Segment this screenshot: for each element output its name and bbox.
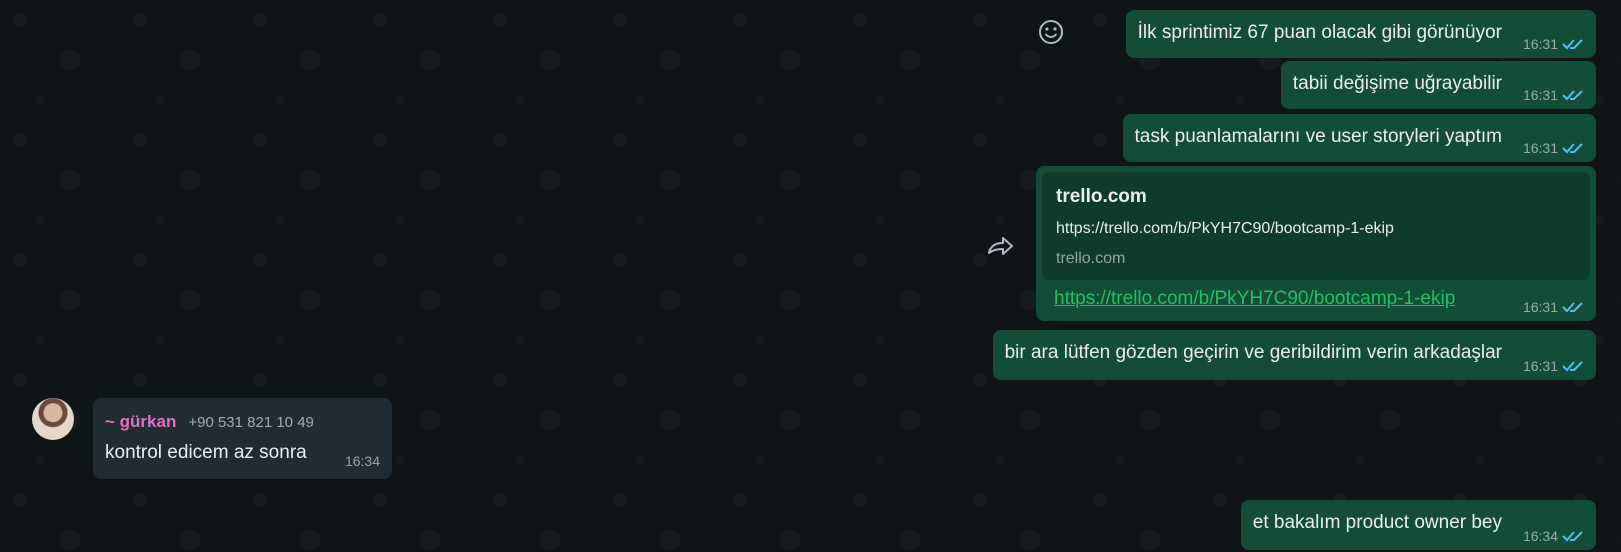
message-time: 16:31 (1522, 87, 1558, 103)
double-check-icon (1562, 361, 1583, 372)
link-preview-card[interactable]: trello.com https://trello.com/b/PkYH7C90… (1042, 172, 1590, 280)
link-preview-title: trello.com (1056, 186, 1147, 207)
link-preview-url: https://trello.com/b/PkYH7C90/bootcamp-1… (1056, 220, 1394, 237)
link-message[interactable]: trello.com https://trello.com/b/PkYH7C90… (1036, 166, 1596, 321)
message-time: 16:31 (1522, 358, 1558, 374)
message-time: 16:34 (344, 453, 380, 469)
message-text: bir ara lütfen gözden geçirin ve geribil… (1004, 342, 1502, 363)
double-check-icon (1562, 90, 1583, 101)
message-meta: 16:31 (1523, 36, 1586, 52)
outgoing-message[interactable]: tabii değişime uğrayabilir 16:31 (1280, 61, 1596, 109)
sender-name[interactable]: ~ gürkan (105, 412, 176, 432)
outgoing-message[interactable]: İlk sprintimiz 67 puan olacak gibi görün… (1125, 10, 1596, 58)
outgoing-message[interactable]: et bakalım product owner bey 16:34 (1240, 500, 1596, 550)
message-time: 16:31 (1522, 299, 1558, 315)
message-text: kontrol edicem az sonra (105, 442, 307, 463)
message-meta: 16:34 (1523, 528, 1586, 544)
sender-row: ~ gürkan +90 531 821 10 49 (105, 412, 380, 432)
double-check-icon (1562, 531, 1583, 542)
message-link[interactable]: https://trello.com/b/PkYH7C90/bootcamp-1… (1054, 288, 1455, 310)
message-meta: 16:31 (1523, 358, 1586, 374)
incoming-message[interactable]: ~ gürkan +90 531 821 10 49 kontrol edice… (93, 398, 392, 479)
message-meta: 16:31 (1523, 299, 1586, 315)
message-text: task puanlamalarını ve user storyleri ya… (1134, 126, 1503, 147)
outgoing-message[interactable]: task puanlamalarını ve user storyleri ya… (1122, 114, 1596, 162)
message-meta: 16:31 (1523, 140, 1586, 156)
message-meta: 16:34 (345, 453, 380, 469)
forward-icon[interactable] (985, 233, 1015, 259)
message-text: İlk sprintimiz 67 puan olacak gibi görün… (1137, 22, 1502, 43)
avatar[interactable] (32, 398, 74, 440)
message-time: 16:34 (1522, 528, 1558, 544)
sender-phone: +90 531 821 10 49 (188, 414, 314, 431)
double-check-icon (1562, 39, 1583, 50)
emoji-reaction-icon[interactable] (1037, 18, 1065, 46)
outgoing-message[interactable]: bir ara lütfen gözden geçirin ve geribil… (992, 330, 1596, 380)
message-meta: 16:31 (1523, 87, 1586, 103)
message-time: 16:31 (1522, 36, 1558, 52)
double-check-icon (1562, 143, 1583, 154)
double-check-icon (1562, 302, 1583, 313)
link-preview-domain: trello.com (1056, 250, 1126, 267)
message-time: 16:31 (1522, 140, 1558, 156)
